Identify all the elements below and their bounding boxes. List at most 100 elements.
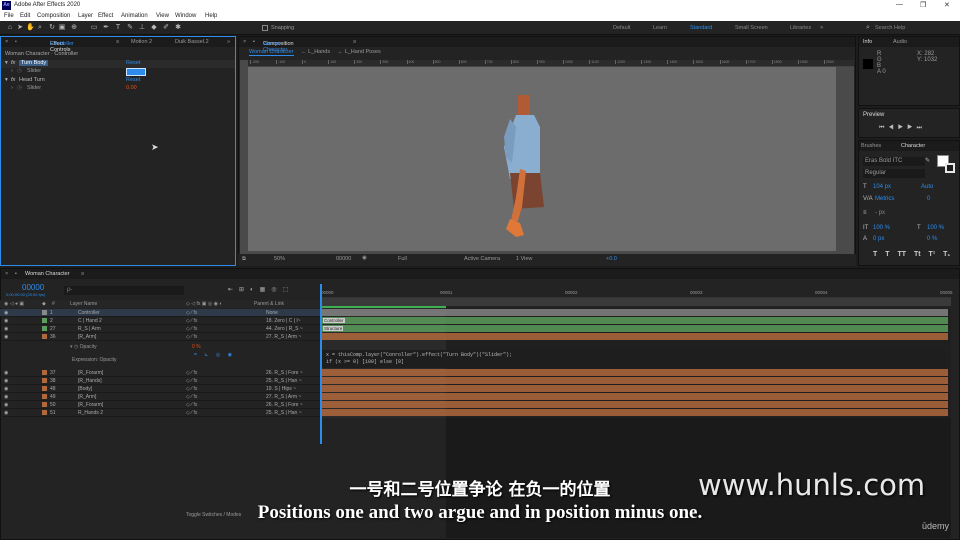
lock-icon[interactable]: ▪ (15, 271, 17, 277)
effect-head-turn-row[interactable]: ▾ fx Head Turn Reset (1, 77, 235, 85)
layer-label-color[interactable] (42, 310, 47, 315)
menu-view[interactable]: View (156, 13, 169, 19)
close-icon[interactable]: ✕ (944, 1, 950, 9)
visibility-eye-icon[interactable]: ◉ (4, 402, 10, 408)
composition-canvas[interactable] (248, 67, 836, 251)
all-caps-button[interactable]: TT (897, 251, 906, 258)
visibility-eye-icon[interactable]: ◉ (4, 318, 10, 324)
zoom-select[interactable]: 50% (274, 256, 285, 262)
layer-row[interactable]: ◉ 38 [R_Hands] ◇ ⁄ fx 25. R_S | Han ~ (0, 377, 320, 385)
roto-brush-tool-icon[interactable]: ✐ (162, 24, 170, 32)
layer-switches-icon[interactable]: ◇ ⁄ fx (186, 386, 197, 392)
visibility-eye-icon[interactable]: ◉ (4, 310, 10, 316)
playhead[interactable] (320, 284, 322, 444)
lock-icon[interactable]: ▪ (15, 39, 17, 45)
minimize-icon[interactable]: — (896, 1, 903, 8)
layer-duration-bar[interactable] (322, 401, 948, 408)
layer-switches-icon[interactable]: ◇ ⁄ fx (186, 402, 197, 408)
text-style-buttons[interactable]: T T TT Tt T¹ T₁ (873, 251, 950, 258)
current-time[interactable]: 00000 (336, 256, 351, 262)
tracking-value[interactable]: 0 (927, 196, 930, 202)
layer-switches-icon[interactable]: ◇ ⁄ fx (186, 394, 197, 400)
selection-tool-icon[interactable]: ➤ (16, 24, 24, 32)
crumb-woman-character[interactable]: Woman Character (249, 49, 294, 56)
tab-duik[interactable]: Duik Bassel.2 (175, 39, 209, 45)
layer-parent-select[interactable]: 44. Zero | R_S ~ (266, 326, 303, 332)
snapping-checkbox[interactable] (262, 25, 268, 31)
expression-controls-icons[interactable]: = ⊾ ◎ ◉ (194, 352, 235, 358)
home-icon[interactable]: ⌂ (6, 24, 14, 32)
visibility-eye-icon[interactable]: ◉ (4, 386, 10, 392)
stopwatch-icon[interactable]: ◷ (17, 85, 22, 91)
layer-name[interactable]: [R_Hands] (78, 378, 102, 384)
stopwatch-icon[interactable]: ◷ (17, 68, 22, 74)
tab-audio[interactable]: Audio (893, 39, 907, 45)
tab-brushes[interactable]: Brushes (861, 143, 881, 149)
layer-switches-icon[interactable]: ◇ ⁄ fx (186, 318, 197, 324)
opacity-property[interactable]: ▾ ◷ Opacity (70, 344, 97, 350)
menu-effect[interactable]: Effect (98, 13, 113, 19)
panel-menu-icon[interactable]: ≡ (81, 271, 84, 277)
view-layout-select[interactable]: 1 View (516, 256, 532, 262)
camera-tool-icon[interactable]: ▣ (58, 24, 66, 32)
rotate-tool-icon[interactable]: ↻ (48, 24, 56, 32)
subscript-button[interactable]: T₁ (943, 251, 950, 258)
layer-label-color[interactable] (42, 386, 47, 391)
layer-duration-bar[interactable] (322, 317, 948, 324)
pan-behind-tool-icon[interactable]: ⊕ (70, 24, 78, 32)
search-help-input[interactable]: Search Help (875, 25, 905, 31)
slider-value-field-editing[interactable] (126, 68, 146, 76)
expression-editor[interactable]: x = thisComp.layer("Conroller").effect("… (322, 350, 948, 368)
effect-name[interactable]: Head Turn (19, 77, 45, 83)
small-caps-button[interactable]: Tt (914, 251, 921, 258)
stroke-width-value[interactable]: - px (875, 210, 885, 216)
panel-menu-icon[interactable]: ≡ (353, 39, 356, 45)
layer-parent-select[interactable]: 27. R_S | Arm ~ (266, 394, 301, 400)
layer-row[interactable]: ◉ 2 C | Hand 2 ◇ ⁄ fx 18. Zero | C | I~ (0, 317, 320, 325)
menu-file[interactable]: File (4, 13, 14, 19)
workspace-small-screen[interactable]: Small Screen (735, 25, 768, 31)
panel-overflow-icon[interactable]: » (227, 39, 230, 45)
layer-name[interactable]: R_S | Arm (78, 326, 101, 332)
layer-label-color[interactable] (42, 410, 47, 415)
close-icon[interactable]: × (243, 39, 246, 45)
visibility-eye-icon[interactable]: ◉ (4, 334, 10, 340)
layer-row[interactable]: ◉ 37 [R_Forarm] ◇ ⁄ fx 26. R_S | Fore ~ (0, 369, 320, 377)
panel-menu-icon[interactable]: ≡ (116, 39, 119, 45)
visibility-eye-icon[interactable]: ◉ (4, 326, 10, 332)
layer-name[interactable]: [R_Forarm] (78, 370, 103, 376)
reset-link[interactable]: Reset (126, 60, 140, 66)
vertical-scale-value[interactable]: 100 % (873, 225, 890, 231)
layer-duration-bar[interactable] (322, 393, 948, 400)
layer-row[interactable]: ◉ 51 R_Hands 2 ◇ ⁄ fx 25. R_S | Han ~ (0, 409, 320, 417)
layer-parent-select[interactable]: 26. R_S | Fore ~ (266, 370, 303, 376)
resolution-select[interactable]: Full (398, 256, 407, 262)
snapshot-icon[interactable]: ◉ (362, 255, 367, 261)
layer-name[interactable]: R_Hands 2 (78, 410, 103, 416)
layer-parent-select[interactable]: None (266, 310, 278, 316)
puppet-tool-icon[interactable]: ✱ (174, 24, 182, 32)
tab-info[interactable]: Info (863, 39, 872, 45)
zoom-tool-icon[interactable]: ⌕ (36, 24, 44, 32)
close-icon[interactable]: × (5, 271, 8, 277)
tab-character[interactable]: Character (901, 143, 925, 149)
layer-parent-select[interactable]: 18. Zero | C | I~ (266, 318, 301, 324)
timeline-timecode[interactable]: 00000 (22, 283, 44, 292)
layer-parent-select[interactable]: 26. R_S | Fore ~ (266, 402, 303, 408)
layer-duration-bar[interactable] (322, 377, 948, 384)
hand-tool-icon[interactable]: ✋ (26, 24, 35, 32)
opacity-value[interactable]: 0 % (192, 344, 201, 350)
visibility-eye-icon[interactable]: ◉ (4, 394, 10, 400)
layer-label-color[interactable] (42, 402, 47, 407)
font-family-select[interactable]: Eras Bold ITC (863, 157, 925, 166)
layer-row[interactable]: ◉ 36 [R_Arm] ◇ ⁄ fx 27. R_S | Arm ~ (0, 333, 320, 341)
effect-name[interactable]: Turn Body (19, 60, 49, 66)
tab-woman-character[interactable]: Woman Character (25, 271, 70, 277)
layer-name[interactable]: [R_Arm] (78, 334, 96, 340)
stroke-color-swatch[interactable] (945, 163, 955, 173)
slider-value[interactable]: 0.00 (126, 85, 137, 91)
visibility-eye-icon[interactable]: ◉ (4, 410, 10, 416)
layer-label-color[interactable] (42, 326, 47, 331)
layer-parent-select[interactable]: 25. R_S | Han ~ (266, 410, 302, 416)
layer-row[interactable]: ◉ 1 Controller ◇ ⁄ fx None (0, 309, 320, 317)
